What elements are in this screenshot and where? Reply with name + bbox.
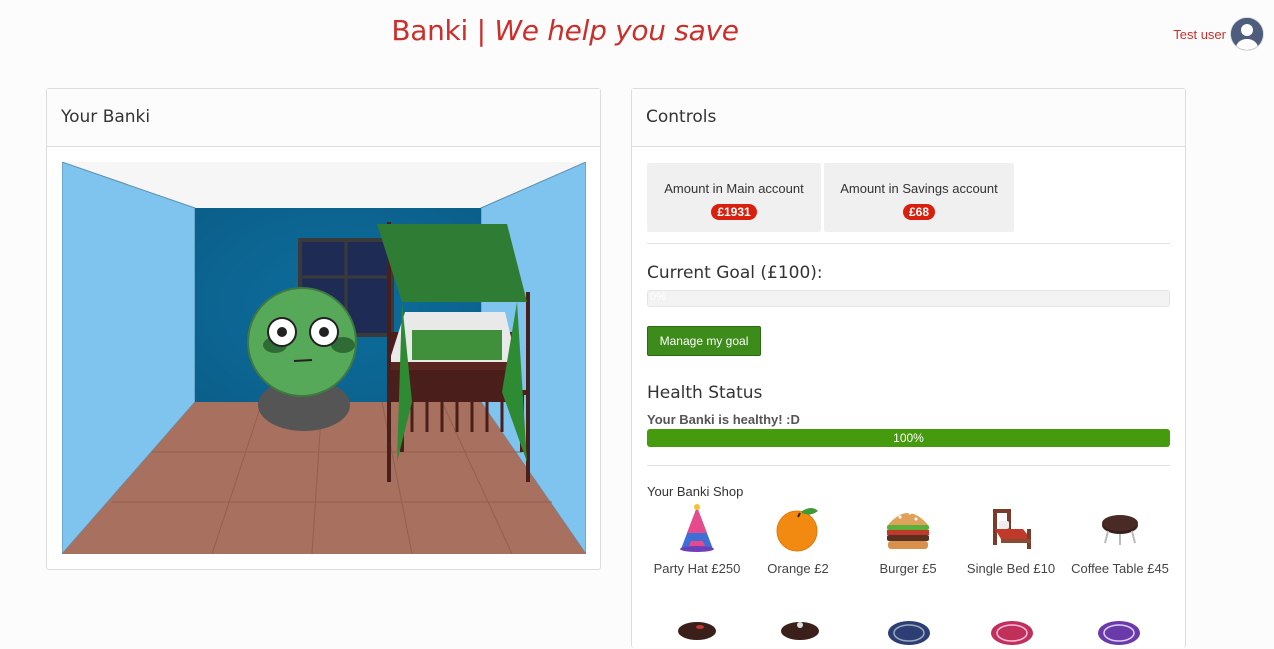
- shop-item-label: Party Hat £250: [653, 561, 741, 576]
- savings-account-label: Amount in Savings account: [840, 181, 998, 196]
- coffee-table-icon: [1102, 515, 1138, 545]
- goal-progress-bar: 0%: [647, 290, 1170, 307]
- shop-item-label: Coffee Table £45: [1071, 561, 1169, 576]
- manage-goal-button[interactable]: Manage my goal: [647, 326, 761, 356]
- main-account-label: Amount in Main account: [664, 181, 804, 196]
- divider: [647, 243, 1170, 244]
- controls-panel-title: Controls: [632, 89, 1185, 147]
- current-goal-title: Current Goal (£100):: [647, 263, 823, 283]
- user-name[interactable]: Test user: [1173, 27, 1226, 42]
- rug-icon[interactable]: [1094, 619, 1144, 649]
- shop-item-label: Burger £5: [879, 561, 937, 576]
- banki-panel-title: Your Banki: [47, 89, 600, 147]
- tagline: We help you save: [494, 14, 739, 47]
- party-hat-icon: [680, 504, 714, 552]
- cake-icon[interactable]: [775, 619, 825, 649]
- user-avatar-icon[interactable]: [1230, 17, 1264, 51]
- single-bed-icon: [993, 509, 1031, 549]
- main-account-badge: £1931: [711, 204, 757, 220]
- health-progress-bar: 100%: [647, 429, 1170, 447]
- burger-icon: [887, 511, 929, 549]
- divider: [647, 465, 1170, 466]
- shop-title: Your Banki Shop: [647, 484, 744, 499]
- user-menu[interactable]: Test user: [1173, 17, 1264, 51]
- rug-icon[interactable]: [884, 619, 934, 649]
- page-title: Banki | We help you save: [0, 14, 1130, 47]
- health-progress-fill: 100%: [647, 429, 1170, 447]
- banki-room-scene: [62, 162, 586, 554]
- shop-item-label: Orange £2: [767, 561, 829, 576]
- shop-item-label: Single Bed £10: [966, 561, 1056, 576]
- shop-item-coffee-table[interactable]: Coffee Table £45: [1070, 503, 1170, 578]
- goal-progress-text: 0%: [650, 291, 666, 303]
- title-separator: |: [476, 14, 486, 47]
- health-message: Your Banki is healthy! :D: [647, 412, 800, 427]
- savings-account-badge: £68: [902, 204, 936, 220]
- main-account-card: Amount in Main account £1931: [647, 163, 821, 232]
- rug-icon[interactable]: [987, 619, 1037, 649]
- orange-icon: [776, 508, 818, 552]
- controls-panel: Controls Amount in Main account £1931 Am…: [631, 88, 1186, 648]
- banki-panel: Your Banki: [46, 88, 601, 570]
- savings-account-card: Amount in Savings account £68: [824, 163, 1014, 232]
- shop-item-burger[interactable]: Burger £5: [858, 503, 958, 578]
- shop-item-party-hat[interactable]: Party Hat £250: [647, 503, 747, 578]
- brand-name: Banki: [391, 14, 468, 47]
- shop-item-single-bed[interactable]: Single Bed £10: [961, 503, 1061, 578]
- cake-icon[interactable]: [672, 619, 722, 649]
- health-status-title: Health Status: [647, 383, 763, 403]
- shop-item-orange[interactable]: Orange £2: [748, 503, 848, 578]
